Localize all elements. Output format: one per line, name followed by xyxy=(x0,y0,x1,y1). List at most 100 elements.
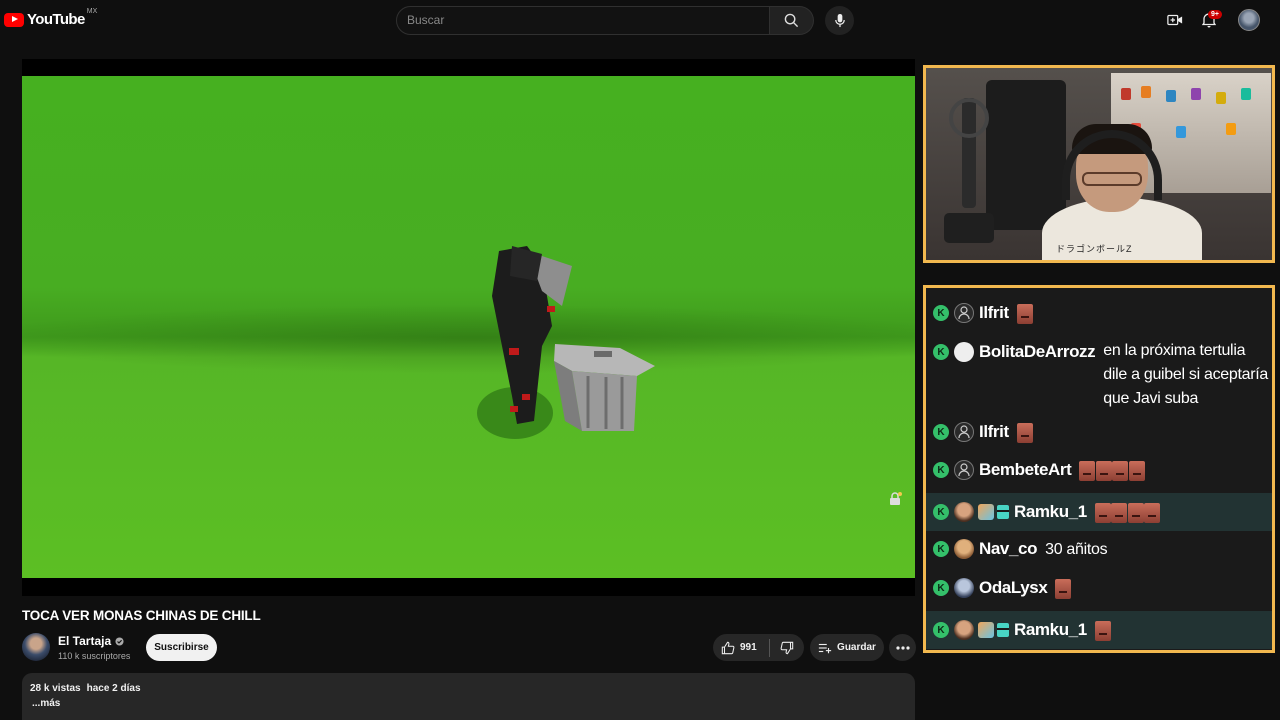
kick-badge-icon: K xyxy=(933,462,949,478)
emote-icon xyxy=(1128,460,1145,481)
top-bar: YouTube MX Buscar 9+ xyxy=(0,0,1280,40)
show-more-link[interactable]: ...más xyxy=(32,698,907,709)
save-label: Guardar xyxy=(837,642,876,653)
subscribe-button[interactable]: Suscribirse xyxy=(146,634,217,661)
emote-icon xyxy=(1095,460,1112,481)
like-count: 991 xyxy=(740,642,757,653)
emote-icon xyxy=(1094,502,1111,523)
logo-text: YouTube xyxy=(27,11,85,28)
shelf-figure xyxy=(1141,86,1151,98)
chat-message-text xyxy=(1094,619,1112,643)
chat-message-text xyxy=(1094,501,1161,525)
verified-icon xyxy=(115,636,124,646)
user-avatar-icon xyxy=(954,502,974,522)
shirt-print: ドラゴンボールZ xyxy=(1056,244,1133,254)
kick-badge-icon: K xyxy=(933,344,949,360)
subscriber-count: 110 k suscriptores xyxy=(58,651,131,661)
chat-message: K Ramku_1 xyxy=(926,493,1272,531)
kick-badge-icon: K xyxy=(933,504,949,520)
video-plus-icon xyxy=(1167,14,1183,26)
chat-message-text xyxy=(1079,459,1145,483)
emote-icon xyxy=(1094,620,1111,641)
emote-icon xyxy=(1144,502,1161,523)
thumbs-down-icon xyxy=(780,641,794,654)
emote-icon xyxy=(1111,502,1128,523)
search-button[interactable] xyxy=(770,6,814,35)
emote-icon xyxy=(1016,303,1033,324)
save-button[interactable]: Guardar xyxy=(810,634,884,661)
studio-microphone-image xyxy=(944,98,994,243)
minecraft-scene-image xyxy=(477,246,655,439)
video-frame xyxy=(22,76,915,578)
kick-badge-icon: K xyxy=(933,580,949,596)
video-player[interactable] xyxy=(22,59,915,596)
emote-icon xyxy=(1055,578,1072,599)
kick-badge-icon: K xyxy=(933,622,949,638)
emote-icon xyxy=(1079,460,1096,481)
kick-badge-icon: K xyxy=(933,305,949,321)
more-actions-button[interactable] xyxy=(889,634,916,661)
chat-message: K BembeteArt xyxy=(926,455,1272,485)
emote-icon xyxy=(1016,422,1033,443)
chat-message-text xyxy=(1055,577,1072,601)
subscriber-badge-icon xyxy=(978,622,994,638)
shelf-figure xyxy=(1241,88,1251,100)
chat-username[interactable]: BembeteArt xyxy=(979,459,1072,481)
chat-username[interactable]: Ramku_1 xyxy=(1014,619,1087,641)
chat-username[interactable]: BolitaDeArrozz xyxy=(979,341,1096,363)
user-avatar-icon xyxy=(954,620,974,640)
description-meta: 28 k vistas hace 2 días xyxy=(30,683,907,694)
glasses-image xyxy=(1082,172,1142,186)
chat-message-body: 30 añitos xyxy=(1045,541,1108,558)
create-button[interactable] xyxy=(1165,10,1185,30)
video-title: TOCA VER MONAS CHINAS DE CHILL xyxy=(22,608,261,623)
chat-username[interactable]: Ilfrit xyxy=(979,421,1009,443)
chat-message: K Ilfrit xyxy=(926,417,1272,447)
user-avatar-icon xyxy=(954,578,974,598)
dislike-button[interactable] xyxy=(770,634,804,661)
upload-age: hace 2 días xyxy=(86,683,141,694)
playlist-add-icon xyxy=(818,643,832,653)
account-avatar[interactable] xyxy=(1238,9,1260,31)
search-icon xyxy=(784,13,799,28)
user-avatar-icon xyxy=(954,303,974,323)
chat-message: K OdaLysx xyxy=(926,573,1272,603)
thumbs-up-icon xyxy=(721,641,735,654)
gift-badge-icon xyxy=(997,505,1009,519)
user-avatar-icon xyxy=(954,460,974,480)
like-button[interactable]: 991 xyxy=(713,634,769,661)
chat-message-text xyxy=(1016,302,1034,326)
chat-message: K Nav_co 30 añitos xyxy=(926,534,1272,564)
user-avatar-icon xyxy=(954,342,974,362)
shelf-figure xyxy=(1176,126,1186,138)
search-bar: Buscar xyxy=(396,6,814,35)
youtube-logo[interactable]: YouTube MX xyxy=(4,8,97,28)
shelf-figure xyxy=(1121,88,1131,100)
shelf-figure xyxy=(1226,123,1236,135)
chat-username[interactable]: Nav_co xyxy=(979,538,1037,560)
channel-avatar[interactable] xyxy=(22,633,50,661)
shelf-figure xyxy=(1166,90,1176,102)
subscriber-badge-icon xyxy=(978,504,994,520)
shelf-figure xyxy=(1216,92,1226,104)
chat-message: K Ilfrit xyxy=(926,298,1272,328)
chat-username[interactable]: Ramku_1 xyxy=(1014,501,1087,523)
description-box[interactable]: 28 k vistas hace 2 días ...más xyxy=(22,673,915,720)
emote-icon xyxy=(1127,502,1144,523)
voice-search-button[interactable] xyxy=(825,6,854,35)
chat-message-text xyxy=(1016,421,1034,445)
user-avatar-icon xyxy=(954,422,974,442)
chat-message: K Ramku_1 xyxy=(926,611,1272,649)
channel-name[interactable]: El Tartaja xyxy=(58,634,111,648)
like-dislike-group: 991 xyxy=(713,634,804,661)
emote-icon xyxy=(1112,460,1129,481)
search-input[interactable]: Buscar xyxy=(396,6,770,35)
channel-name-row[interactable]: El Tartaja xyxy=(58,634,124,648)
webcam-overlay: ドラゴンボールZ xyxy=(923,65,1275,263)
chat-username[interactable]: OdaLysx xyxy=(979,577,1048,599)
user-avatar-icon xyxy=(954,539,974,559)
notification-badge: 9+ xyxy=(1208,10,1222,19)
gift-badge-icon xyxy=(997,623,1009,637)
lock-icon xyxy=(890,492,902,505)
chat-username[interactable]: Ilfrit xyxy=(979,302,1009,324)
